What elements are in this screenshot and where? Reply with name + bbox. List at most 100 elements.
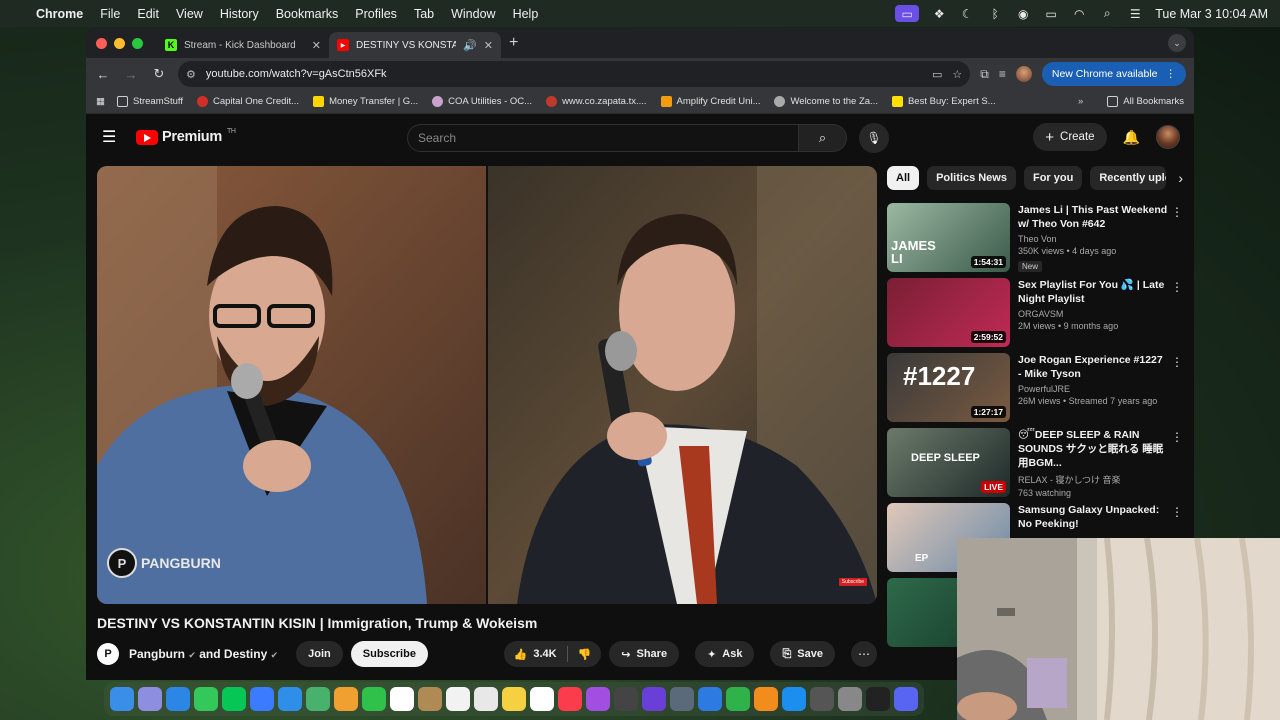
minimize-window-button[interactable] [114,37,125,49]
rec-channel[interactable]: Theo Von [1018,234,1168,244]
rec-channel[interactable]: PowerfulJRE [1018,384,1168,394]
collaborator-name[interactable]: and Destiny [199,647,267,661]
dock-finder-icon[interactable] [110,687,134,711]
chip-politics-news[interactable]: Politics News [927,166,1016,190]
spotlight-search-icon[interactable]: ⌕ [1099,6,1115,21]
dock-notes-icon[interactable] [502,687,526,711]
dock-calendar-icon[interactable] [390,687,414,711]
now-playing-icon[interactable]: ◉ [1015,7,1031,21]
battery-icon[interactable]: ▭ [1043,7,1059,21]
rec-item[interactable]: DEEP SLEEP LIVE 😴DEEP SLEEP & RAIN SOUND… [887,428,1187,503]
more-actions-button[interactable]: ⋯ [851,641,877,667]
menu-view[interactable]: View [176,7,203,21]
dock-preview-icon[interactable] [670,687,694,711]
chevron-right-icon[interactable]: › [1178,170,1183,186]
new-tab-button[interactable]: + [509,34,518,52]
audio-playing-icon[interactable]: 🔊 [463,39,477,52]
video-player[interactable]: P PANGBURN Subscribe [97,166,877,604]
youtube-logo[interactable]: Premium TH [136,128,236,145]
dropbox-icon[interactable]: ❖ [931,7,947,21]
chevron-double-right-icon[interactable]: » [1078,96,1083,107]
bookmark-streamstuff[interactable]: StreamStuff [116,96,183,107]
tab-search-button[interactable]: ⌄ [1168,34,1186,52]
search-input[interactable]: Search [407,124,799,152]
share-button[interactable]: ↪ Share [609,641,680,667]
bookmark-money-transfer[interactable]: Money Transfer | G... [313,96,418,107]
create-button[interactable]: + Create [1033,123,1107,151]
rec-title[interactable]: Sex Playlist For You 💦 | Late Night Play… [1018,278,1168,306]
forward-button[interactable]: → [122,67,140,82]
tab-youtube-video[interactable]: ▶ DESTINY VS KONSTANTIN 🔊 ✕ [329,32,501,58]
subscribe-watermark-button[interactable]: Subscribe [838,578,867,586]
rec-title[interactable]: Joe Rogan Experience #1227 - Mike Tyson [1018,353,1168,381]
screen-record-icon[interactable]: ▭ [895,5,920,22]
more-vert-icon[interactable]: ⋮ [1171,430,1183,444]
dock-safari-icon[interactable] [166,687,190,711]
ask-button[interactable]: ✦ Ask [695,641,755,667]
profile-avatar[interactable] [1015,66,1032,82]
dock-numbers-icon[interactable] [726,687,750,711]
dock-mail-icon[interactable] [278,687,302,711]
menu-edit[interactable]: Edit [137,7,159,21]
dock-podcasts-icon[interactable] [586,687,610,711]
menu-app-name[interactable]: Chrome [36,7,83,21]
dock-settings-icon[interactable] [838,687,862,711]
channel-names[interactable]: Pangburn ✔ and Destiny ✔ [129,647,278,661]
dock-freeform-icon[interactable] [530,687,554,711]
address-bar[interactable]: ⚙ youtube.com/watch?v=gAsCtn56XFk ▭ ☆ [178,61,971,87]
dock-launchpad-icon[interactable] [138,687,162,711]
dock-keynote-icon[interactable] [698,687,722,711]
rec-thumbnail[interactable]: JAMES LI 1:54:31 [887,203,1010,272]
dislike-button[interactable]: 👎 [568,641,602,667]
wifi-icon[interactable]: ◠ [1071,7,1087,21]
bookmark-zapata[interactable]: www.co.zapata.tx.... [546,96,647,107]
more-vert-icon[interactable]: ⋮ [1171,505,1183,519]
dock-obs-icon[interactable] [866,687,890,711]
like-button[interactable]: 👍 3.4K [504,641,567,667]
bookmark-capital-one[interactable]: Capital One Credit... [196,96,299,107]
rec-thumbnail[interactable]: 2:59:52 [887,278,1010,347]
bookmark-amplify[interactable]: Amplify Credit Uni... [660,96,760,107]
cast-icon[interactable]: ▭ [932,68,942,81]
bookmark-coa-utilities[interactable]: COA Utilities - OC... [432,96,532,107]
dock-reminders-icon[interactable] [446,687,470,711]
chip-for-you[interactable]: For you [1023,166,1083,190]
rec-thumbnail[interactable]: #1227 1:27:17 [887,353,1010,422]
menu-clock[interactable]: Tue Mar 3 10:04 AM [1155,7,1268,21]
close-tab-icon[interactable]: ✕ [312,39,321,52]
channel-avatar[interactable]: P [97,643,119,665]
more-vert-icon[interactable]: ⋮ [1171,355,1183,369]
dock-facetime-icon[interactable] [362,687,386,711]
menu-tab[interactable]: Tab [414,7,434,21]
dock-discord-icon[interactable] [894,687,918,711]
reload-button[interactable]: ↻ [150,66,168,82]
zoom-window-button[interactable] [132,37,143,49]
chip-all[interactable]: All [887,166,920,190]
hamburger-menu-icon[interactable]: ☰ [102,127,118,147]
close-window-button[interactable] [96,37,107,49]
rec-item[interactable]: #1227 1:27:17 Joe Rogan Experience #1227… [887,353,1187,428]
focus-moon-icon[interactable]: ☾ [959,7,975,21]
join-button[interactable]: Join [296,641,343,667]
save-button[interactable]: ⎘ Save [770,641,835,667]
rec-title[interactable]: James Li | This Past Weekend w/ Theo Von… [1018,203,1168,231]
dock-notes-brown-icon[interactable] [418,687,442,711]
apple-icon[interactable] [12,6,26,22]
rec-title[interactable]: Samsung Galaxy Unpacked: No Peeking! [1018,503,1168,531]
dock-line-icon[interactable] [222,687,246,711]
bookmark-star-icon[interactable]: ☆ [952,68,962,81]
bluetooth-icon[interactable]: ᛒ [987,7,1003,21]
dock-calculator-icon[interactable] [810,687,834,711]
menu-file[interactable]: File [100,7,120,21]
chip-recently-uploaded[interactable]: Recently uploaded [1090,166,1167,190]
dock-imovie-icon[interactable] [642,687,666,711]
voice-search-button[interactable]: 🎙 [859,123,889,153]
rec-item[interactable]: 2:59:52 Sex Playlist For You 💦 | Late Ni… [887,278,1187,353]
dock-maps-icon[interactable] [306,687,330,711]
menu-window[interactable]: Window [451,7,495,21]
channel-name[interactable]: Pangburn [129,647,185,661]
more-vert-icon[interactable]: ⋮ [1171,280,1183,294]
rec-channel[interactable]: RELAX - 寝かしつけ 音楽 [1018,473,1168,486]
subscribe-button[interactable]: Subscribe [350,641,428,667]
all-bookmarks[interactable]: » All Bookmarks [1078,96,1184,107]
